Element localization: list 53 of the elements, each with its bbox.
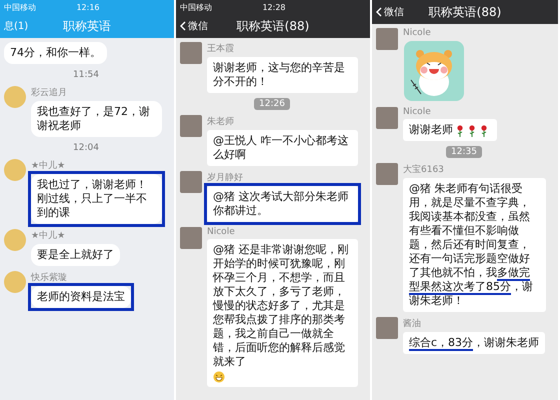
- avatar-photo-placeholder[interactable]: [376, 107, 398, 129]
- message-text: 我也过了，谢谢老师！刚过线，只上了一半不到的课: [37, 178, 148, 220]
- avatar-photo-placeholder[interactable]: [180, 115, 202, 137]
- message-text: 74分，和你一样。: [10, 46, 101, 60]
- sender-name: 王本霞: [207, 42, 234, 55]
- sender-name: 岁月静好: [207, 172, 243, 184]
- avatar-photo-placeholder[interactable]: [180, 42, 202, 64]
- timestamp: 12:04: [72, 142, 100, 154]
- sender-name: ★中儿★: [31, 230, 66, 242]
- chat-title: 职称英语(88): [236, 18, 310, 34]
- avatar[interactable]: [4, 86, 26, 108]
- grinning-face-icon: [213, 371, 225, 383]
- message-text: 我也查好了，是72，谢谢祝老师: [37, 105, 151, 133]
- message-text: 综合c，83分，谢谢朱老师: [409, 336, 540, 350]
- carrier-label: 中国移动: [180, 2, 212, 12]
- avatar-photo-placeholder[interactable]: [180, 227, 202, 249]
- avatar[interactable]: [4, 159, 26, 181]
- message-text: 老师的资料是法宝: [37, 290, 125, 304]
- message-text: 谢谢老师，这与您的辛苦是分不开的！: [213, 61, 346, 89]
- back-button[interactable]: 微信: [376, 5, 404, 19]
- avatar[interactable]: [4, 271, 26, 293]
- message-text: @王悦人 咋一不小心都考这么好啊: [213, 134, 350, 162]
- message-text: @猪 朱老师有句话很受用，就是尽量不查字典，我阅读基本都没查，虽然有些看不懂但不影响做题，然后还有时间复查，还有一句话完形题空做好了其他就不怕，我多做完型果然这次考了85分，谢谢朱老师！: [409, 182, 534, 308]
- timestamp: 12:26: [254, 98, 290, 110]
- sender-name: 大宝6163: [403, 164, 444, 176]
- sender-name: Nicole: [403, 28, 431, 38]
- clock-label: 12:28: [262, 2, 286, 12]
- timestamp: 12:35: [446, 146, 482, 158]
- sender-name: 朱老师: [207, 116, 234, 128]
- sender-name: ★中儿★: [31, 160, 66, 172]
- chevron-left-icon: [376, 7, 382, 17]
- avatar-photo-placeholder[interactable]: [376, 163, 398, 185]
- chevron-left-icon: [180, 21, 186, 31]
- avatar-photo-placeholder[interactable]: [376, 28, 398, 50]
- avatar-photo-placeholder[interactable]: [376, 317, 398, 339]
- hamster-sticker-drawing: [403, 40, 465, 102]
- sender-name: 酱油: [403, 318, 421, 330]
- clock-label: 12:16: [76, 2, 100, 12]
- chat-title: 职称英语(88): [428, 4, 502, 20]
- chat-title: 职称英语: [63, 18, 111, 34]
- message-text: 谢谢老师: [409, 123, 453, 137]
- back-button[interactable]: 微信: [180, 19, 208, 33]
- carrier-label: 中国移动: [4, 2, 36, 12]
- sender-name: 彩云追月: [31, 86, 67, 99]
- sender-name: 快乐紫璇: [31, 272, 67, 284]
- message-text: @猪 这次考试大部分朱老师你都讲过。: [213, 190, 350, 218]
- timestamp: 11:54: [72, 69, 100, 81]
- sender-name: Nicole: [207, 227, 235, 237]
- avatar[interactable]: [4, 229, 26, 251]
- message-text: @猪 还是非常谢谢您呢，刚开始学的时候可犹豫呢，刚怀孕三个月，不想学，而且放下太久了，多亏了老师，慢慢的状态好多了，尤其是您帮我点拨了排序的那类考题，我之前自己一做就全错，后面听您的解释后感觉就来了: [213, 243, 350, 369]
- message-text: 要是全上就好了: [37, 248, 114, 262]
- sender-name: Nicole: [403, 107, 431, 117]
- avatar-photo-placeholder[interactable]: [180, 171, 202, 193]
